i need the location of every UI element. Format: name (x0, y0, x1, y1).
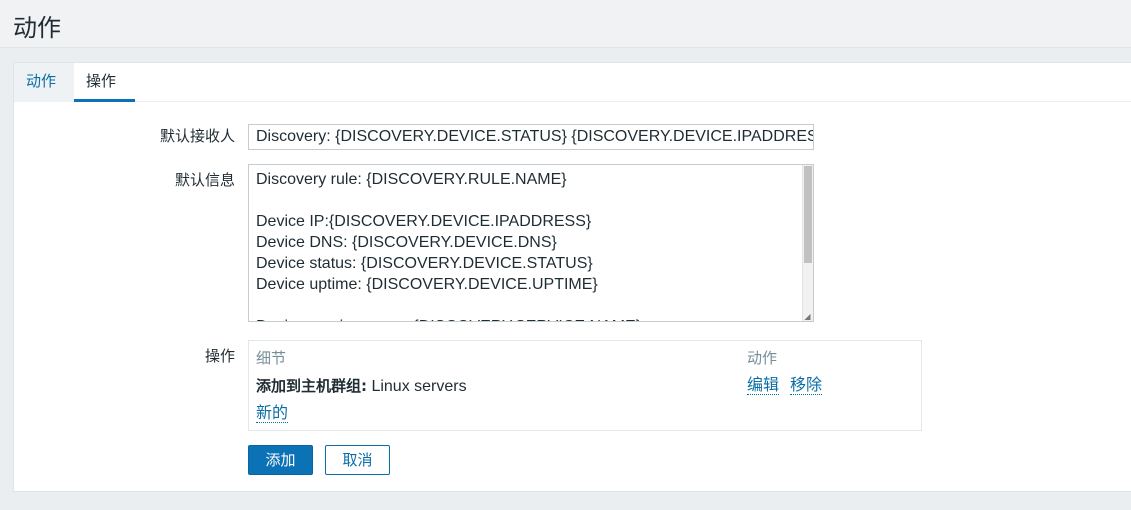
table-row: 添加到主机群组: Linux servers (256, 375, 467, 396)
default-recipient-label: 默认接收人 (159, 127, 235, 145)
page-title: 动作 (13, 14, 61, 42)
column-header-action: 动作 (747, 349, 778, 367)
tab-action[interactable]: 动作 (14, 63, 74, 102)
textarea-scrollbar[interactable] (802, 165, 813, 321)
remove-operation-link[interactable]: 移除 (790, 376, 823, 395)
tab-bar: 动作 操作 (14, 63, 1131, 102)
default-message-textarea[interactable]: Discovery rule: {DISCOVERY.RULE.NAME} De… (248, 164, 814, 322)
page-header: 动作 (0, 0, 1131, 48)
action-form-panel: 动作 操作 默认接收人 Discovery: {DISCOVERY.DEVICE… (13, 62, 1131, 492)
new-operation-link[interactable]: 新的 (256, 404, 289, 423)
operations-table: 细节 动作 添加到主机群组: Linux servers 编辑 移除 新的 (248, 340, 922, 431)
tab-operations[interactable]: 操作 (74, 63, 135, 102)
cancel-button[interactable]: 取消 (325, 445, 390, 475)
column-header-details: 细节 (256, 349, 287, 367)
operation-detail-value: Linux servers (367, 378, 467, 395)
edit-operation-link[interactable]: 编辑 (747, 376, 780, 395)
default-recipient-input[interactable]: Discovery: {DISCOVERY.DEVICE.STATUS} {DI… (248, 124, 814, 150)
operations-label: 操作 (204, 347, 235, 365)
operation-detail-prefix: 添加到主机群组: (256, 377, 367, 395)
resize-grip-icon[interactable]: ◢ (803, 312, 812, 321)
default-message-label: 默认信息 (174, 171, 235, 189)
default-message-text: Discovery rule: {DISCOVERY.RULE.NAME} De… (256, 171, 641, 321)
add-button[interactable]: 添加 (248, 445, 313, 475)
scrollbar-thumb[interactable] (804, 166, 812, 263)
